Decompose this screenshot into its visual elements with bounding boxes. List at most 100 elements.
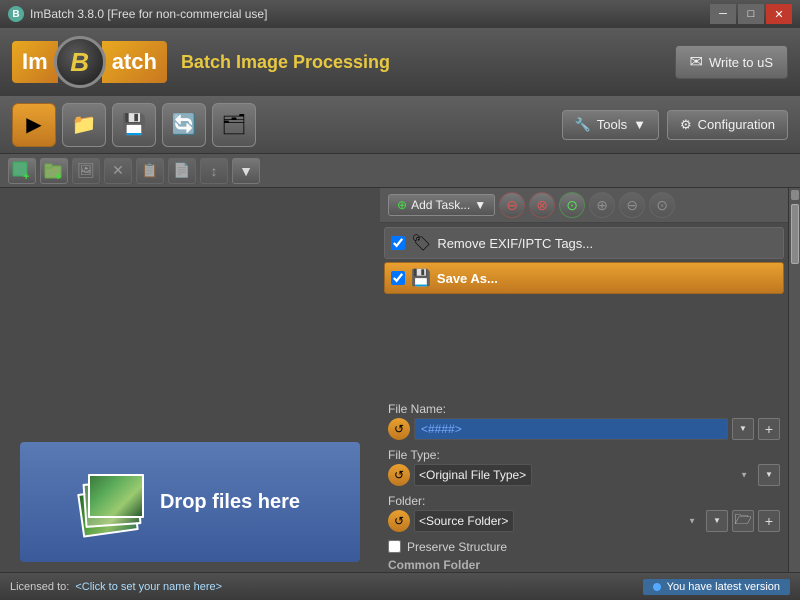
view-button[interactable]: 🖼 [72,158,100,184]
licensed-to-label: Licensed to: [10,581,69,593]
copy-button[interactable]: 📋 [136,158,164,184]
file-name-label: File Name: [388,402,780,416]
logo-subtitle: Batch Image Processing [181,52,390,73]
refresh-button[interactable]: 🔄 [162,103,206,147]
tools-label: Tools [597,117,627,132]
configuration-button[interactable]: ⚙ Configuration [667,110,788,140]
preserve-structure-checkbox[interactable] [388,540,401,553]
toolbar-right: 🔧 Tools ▼ ⚙ Configuration [562,110,788,140]
left-panel: Drop files here [0,188,380,572]
open-folder-button[interactable]: 📁 [62,103,106,147]
thumb-3 [88,474,144,518]
common-folder-label: Common Folder [388,558,780,572]
task-checkbox-save[interactable] [391,271,405,285]
scroll-up-arrow[interactable] [791,190,799,200]
file-type-select-wrapper: <Original File Type> [414,464,754,486]
write-to-us-label: Write to uS [709,55,773,70]
main-area: Drop files here ⊕ Add Task... ▼ ⊖ ⊗ ⊙ ⊕ … [0,188,800,572]
right-content: ⊕ Add Task... ▼ ⊖ ⊗ ⊙ ⊕ ⊖ ⊙ 🏷 Remove EXI… [380,188,788,572]
task-stop-button[interactable]: ⊗ [529,192,555,218]
logo-area: Im B atch Batch Image Processing [12,36,390,88]
move-button[interactable]: ↕ [200,158,228,184]
task-toolbar: ⊕ Add Task... ▼ ⊖ ⊗ ⊙ ⊕ ⊖ ⊙ [380,188,788,223]
task-play-button[interactable]: ⊙ [559,192,585,218]
file-type-group: File Type: ↺ <Original File Type> ▼ [388,448,780,486]
file-name-input[interactable] [414,418,728,440]
preserve-structure-row: Preserve Structure [388,540,780,554]
add-task-button[interactable]: ⊕ Add Task... ▼ [388,194,495,216]
version-label: You have latest version [667,581,780,593]
save-button[interactable]: 💾 [112,103,156,147]
folder-plus[interactable]: 🗁 [732,510,754,532]
delete-button[interactable]: ✕ [104,158,132,184]
app-title: ImBatch 3.8.0 [Free for non-commercial u… [30,7,267,21]
task-up-button[interactable]: ⊕ [589,192,615,218]
file-type-select[interactable]: <Original File Type> [414,464,532,486]
file-name-row: ↺ ▼ + [388,418,780,440]
add-task-label: Add Task... [411,198,470,212]
svg-text:+: + [23,171,29,181]
start-button[interactable]: ▶ [12,103,56,147]
minimize-button[interactable]: ─ [710,4,736,24]
toolbar-left: ▶ 📁 💾 🔄 🗂 [12,103,256,147]
envelope-icon: ✉ [690,52,703,72]
file-type-label: File Type: [388,448,780,462]
task-down-button[interactable]: ⊖ [619,192,645,218]
file-type-refresh-icon[interactable]: ↺ [388,464,410,486]
file-type-dropdown[interactable]: ▼ [758,464,780,486]
save-icon: 💾 [411,268,431,288]
task-list: 🏷 Remove EXIF/IPTC Tags... 💾 Save As... [380,223,788,394]
task-checkbox-exif[interactable] [391,236,405,250]
file-name-dropdown[interactable]: ▼ [732,418,754,440]
write-to-us-button[interactable]: ✉ Write to uS [675,45,788,79]
task-item-save-as[interactable]: 💾 Save As... [384,262,784,294]
folder-refresh-icon[interactable]: ↺ [388,510,410,532]
paste-button[interactable]: 📄 [168,158,196,184]
config-label: Configuration [698,117,775,132]
task-item-remove-exif[interactable]: 🏷 Remove EXIF/IPTC Tags... [384,227,784,259]
logo-atch: atch [102,41,167,83]
folder-select-wrapper: <Source Folder> [414,510,702,532]
logo-b-circle: B [54,36,106,88]
task-details: File Name: ↺ ▼ + File Type: ↺ [380,394,788,573]
drop-zone[interactable]: Drop files here [20,442,360,562]
window-controls: ─ □ ✕ [710,4,792,24]
file-type-row: ↺ <Original File Type> ▼ [388,464,780,486]
right-scrollbar[interactable] [788,188,800,572]
sub-toolbar: + + 🖼 ✕ 📋 📄 ↕ ▼ [0,154,800,188]
folder-group: Folder: ↺ <Source Folder> ▼ 🗁 + [388,494,780,532]
app-icon: B [8,6,24,22]
folder-dropdown[interactable]: ▼ [706,510,728,532]
batch-button[interactable]: 🗂 [212,103,256,147]
title-bar: B ImBatch 3.8.0 [Free for non-commercial… [0,0,800,28]
gear-icon: ⚙ [680,117,692,133]
preserve-structure-label: Preserve Structure [407,540,507,554]
task-label-exif: Remove EXIF/IPTC Tags... [437,236,593,251]
folder-select[interactable]: <Source Folder> [414,510,514,532]
task-remove-button[interactable]: ⊖ [499,192,525,218]
scroll-thumb[interactable] [791,204,799,264]
logo-im: Im [12,41,58,83]
task-label-save: Save As... [437,271,498,286]
file-name-plus[interactable]: + [758,418,780,440]
drop-zone-text: Drop files here [160,491,300,514]
more-button[interactable]: ▼ [232,158,260,184]
add-folder-button[interactable]: + [40,158,68,184]
tools-button[interactable]: 🔧 Tools ▼ [562,110,659,140]
status-bar: Licensed to: <Click to set your name her… [0,572,800,600]
folder-label: Folder: [388,494,780,508]
file-name-refresh-icon[interactable]: ↺ [388,418,410,440]
exif-icon: 🏷 [411,233,431,253]
wrench-icon: 🔧 [575,117,591,133]
maximize-button[interactable]: □ [738,4,764,24]
add-task-dropdown: ▼ [474,198,486,212]
main-toolbar: ▶ 📁 💾 🔄 🗂 🔧 Tools ▼ ⚙ Configuration [0,96,800,154]
folder-new[interactable]: + [758,510,780,532]
licensed-to-value[interactable]: <Click to set your name here> [75,581,222,593]
plus-circle-icon: ⊕ [397,198,407,212]
add-image-button[interactable]: + [8,158,36,184]
file-thumbnails [80,462,144,542]
close-button[interactable]: ✕ [766,4,792,24]
tools-dropdown-icon: ▼ [633,117,646,132]
task-edit-button[interactable]: ⊙ [649,192,675,218]
